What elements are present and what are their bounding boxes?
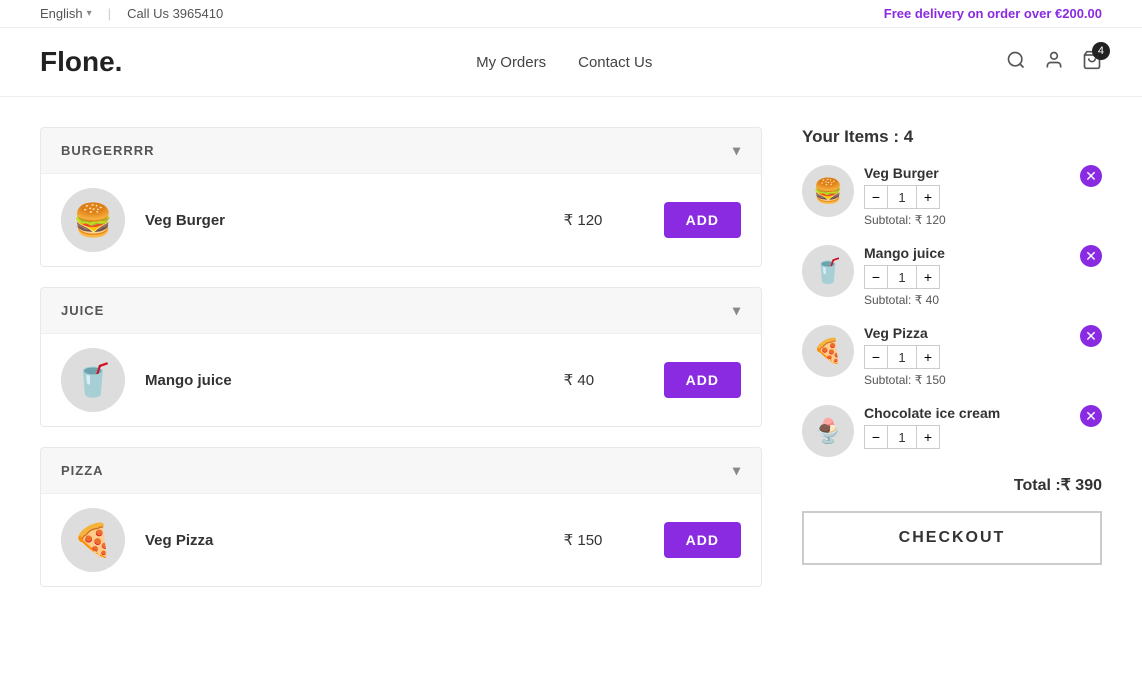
menu-item-mango-juice: 🥤 Mango juice ₹ 40 ADD [41,333,761,426]
item-price-veg-pizza: ₹ 150 [564,531,644,549]
language-selector[interactable]: English ▾ [40,6,92,21]
item-name-veg-pizza: Veg Pizza [145,532,544,549]
logo: Flone. [40,46,122,78]
cart-pizza-icon: 🍕 [813,337,843,366]
nav-contact-us[interactable]: Contact Us [578,54,652,71]
qty-controls-veg-pizza: − 1 + [864,345,1070,369]
qty-decrease-veg-burger[interactable]: − [864,185,888,209]
cart-burger-icon: 🍔 [813,177,843,206]
cart-item-mango-juice: 🥤 Mango juice − 1 + Subtotal: ₹ 40 ✕ [802,245,1102,307]
delivery-text: Free delivery on order over [884,6,1055,21]
cart-panel: Your Items : 4 🍔 Veg Burger − 1 + Subtot… [802,127,1102,587]
cart-img-chocolate-ice-cream: 🍨 [802,405,854,457]
item-price-veg-burger: ₹ 120 [564,211,644,229]
cart-item-info-veg-pizza: Veg Pizza − 1 + Subtotal: ₹ 150 [864,325,1070,387]
cart-item-info-chocolate-ice-cream: Chocolate ice cream − 1 + [864,405,1070,453]
chevron-down-icon: ▾ [87,8,92,19]
chevron-down-icon: ▾ [733,302,741,319]
qty-value-veg-pizza: 1 [888,345,916,369]
cart-icon[interactable]: 4 [1082,50,1102,75]
remove-button-chocolate-ice-cream[interactable]: ✕ [1080,405,1102,427]
category-header-burgerrrr[interactable]: BURGERRRR ▾ [41,128,761,173]
qty-increase-chocolate-ice-cream[interactable]: + [916,425,940,449]
qty-value-veg-burger: 1 [888,185,916,209]
header: Flone. My Orders Contact Us 4 [0,28,1142,97]
cart-img-mango-juice: 🥤 [802,245,854,297]
qty-controls-veg-burger: − 1 + [864,185,1070,209]
cart-total: Total :₹ 390 [802,475,1102,495]
nav: My Orders Contact Us [476,54,652,71]
chevron-down-icon: ▾ [733,462,741,479]
cart-item-veg-pizza: 🍕 Veg Pizza − 1 + Subtotal: ₹ 150 ✕ [802,325,1102,387]
category-pizza: PIZZA ▾ 🍕 Veg Pizza ₹ 150 ADD [40,447,762,587]
subtotal-mango-juice: Subtotal: ₹ 40 [864,293,1070,307]
cart-juice-icon: 🥤 [813,257,843,286]
remove-button-veg-burger[interactable]: ✕ [1080,165,1102,187]
main-content: BURGERRRR ▾ 🍔 Veg Burger ₹ 120 ADD JUICE… [0,97,1142,617]
pizza-icon: 🍕 [73,521,113,559]
qty-value-mango-juice: 1 [888,265,916,289]
category-header-juice[interactable]: JUICE ▾ [41,288,761,333]
menu-item-veg-pizza: 🍕 Veg Pizza ₹ 150 ADD [41,493,761,586]
qty-increase-veg-pizza[interactable]: + [916,345,940,369]
topbar-left: English ▾ | Call Us 3965410 [40,6,223,21]
add-button-veg-pizza[interactable]: ADD [664,522,741,558]
cart-img-veg-burger: 🍔 [802,165,854,217]
delivery-amount: €200.00 [1055,6,1102,21]
qty-controls-chocolate-ice-cream: − 1 + [864,425,1070,449]
nav-my-orders[interactable]: My Orders [476,54,546,71]
topbar-right: Free delivery on order over €200.00 [884,6,1102,21]
category-label-pizza: PIZZA [61,463,104,478]
item-name-veg-burger: Veg Burger [145,212,544,229]
category-label-burgerrrr: BURGERRRR [61,143,155,158]
cart-item-name-veg-burger: Veg Burger [864,165,1070,181]
qty-value-chocolate-ice-cream: 1 [888,425,916,449]
cart-item-name-veg-pizza: Veg Pizza [864,325,1070,341]
cart-item-info-veg-burger: Veg Burger − 1 + Subtotal: ₹ 120 [864,165,1070,227]
category-juice: JUICE ▾ 🥤 Mango juice ₹ 40 ADD [40,287,762,427]
menu-section: BURGERRRR ▾ 🍔 Veg Burger ₹ 120 ADD JUICE… [40,127,762,587]
juice-icon: 🥤 [73,361,113,399]
category-header-pizza[interactable]: PIZZA ▾ [41,448,761,493]
item-image-veg-burger: 🍔 [61,188,125,252]
item-image-mango-juice: 🥤 [61,348,125,412]
search-icon[interactable] [1006,50,1026,75]
qty-decrease-veg-pizza[interactable]: − [864,345,888,369]
cart-img-veg-pizza: 🍕 [802,325,854,377]
divider: | [108,6,111,21]
category-label-juice: JUICE [61,303,104,318]
menu-item-veg-burger: 🍔 Veg Burger ₹ 120 ADD [41,173,761,266]
header-icons: 4 [1006,50,1102,75]
category-burgerrrr: BURGERRRR ▾ 🍔 Veg Burger ₹ 120 ADD [40,127,762,267]
topbar: English ▾ | Call Us 3965410 Free deliver… [0,0,1142,28]
remove-button-veg-pizza[interactable]: ✕ [1080,325,1102,347]
qty-decrease-mango-juice[interactable]: − [864,265,888,289]
remove-button-mango-juice[interactable]: ✕ [1080,245,1102,267]
cart-item-veg-burger: 🍔 Veg Burger − 1 + Subtotal: ₹ 120 ✕ [802,165,1102,227]
subtotal-veg-burger: Subtotal: ₹ 120 [864,213,1070,227]
cart-item-chocolate-ice-cream: 🍨 Chocolate ice cream − 1 + ✕ [802,405,1102,457]
qty-decrease-chocolate-ice-cream[interactable]: − [864,425,888,449]
language-label: English [40,6,83,21]
call-us-label: Call Us 3965410 [127,6,223,21]
subtotal-veg-pizza: Subtotal: ₹ 150 [864,373,1070,387]
qty-controls-mango-juice: − 1 + [864,265,1070,289]
cart-title: Your Items : 4 [802,127,1102,147]
cart-item-name-mango-juice: Mango juice [864,245,1070,261]
cart-badge: 4 [1092,42,1110,60]
burger-icon: 🍔 [73,201,113,239]
item-image-veg-pizza: 🍕 [61,508,125,572]
user-icon[interactable] [1044,50,1064,75]
add-button-veg-burger[interactable]: ADD [664,202,741,238]
cart-icecream-icon: 🍨 [813,417,843,446]
cart-item-name-chocolate-ice-cream: Chocolate ice cream [864,405,1070,421]
item-price-mango-juice: ₹ 40 [564,371,644,389]
add-button-mango-juice[interactable]: ADD [664,362,741,398]
qty-increase-veg-burger[interactable]: + [916,185,940,209]
cart-item-info-mango-juice: Mango juice − 1 + Subtotal: ₹ 40 [864,245,1070,307]
item-name-mango-juice: Mango juice [145,372,544,389]
checkout-button[interactable]: CHECKOUT [802,511,1102,565]
qty-increase-mango-juice[interactable]: + [916,265,940,289]
chevron-down-icon: ▾ [733,142,741,159]
